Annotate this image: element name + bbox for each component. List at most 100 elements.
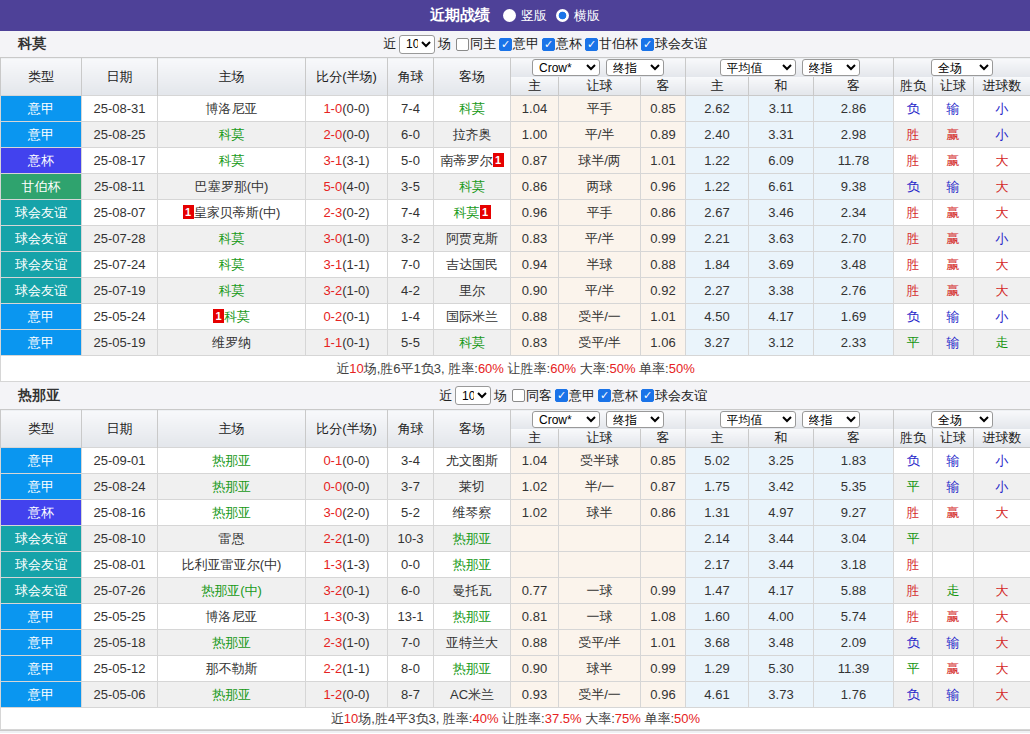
full-match-select[interactable]: 全场 — [931, 59, 993, 76]
team-text: 拉齐奥 — [453, 127, 492, 142]
crown-handicap: 球半 — [559, 656, 641, 682]
away-team: 科莫 — [434, 330, 511, 356]
team-text: 科莫 — [224, 309, 250, 324]
result-outcome: 平 — [894, 656, 933, 682]
match-count-select[interactable]: 10 — [455, 386, 491, 405]
sub-col-header: 主 — [511, 77, 559, 96]
result-goals: 小 — [974, 304, 1030, 330]
home-team: 科莫 — [158, 278, 306, 304]
radio-horizontal-icon[interactable] — [556, 9, 569, 22]
home-team: 1科莫 — [158, 304, 306, 330]
result-goals: 大 — [974, 200, 1030, 226]
crown-handicap: 半/一 — [559, 474, 641, 500]
bookmaker-select[interactable]: Crow* — [532, 59, 600, 76]
avg-away-odds: 2.33 — [814, 330, 894, 356]
match-type: 意甲 — [1, 96, 82, 122]
corners: 3-5 — [388, 174, 434, 200]
team-text: 南蒂罗尔 — [441, 153, 493, 168]
away-team: 里尔 — [434, 278, 511, 304]
crown-away-odds — [641, 526, 686, 552]
score: 1-3(1-3) — [306, 552, 388, 578]
avg-home-odds: 3.68 — [686, 630, 749, 656]
filter-games-label: 场 — [494, 387, 507, 405]
league-checkbox[interactable] — [542, 38, 555, 51]
league-checkbox[interactable] — [499, 38, 512, 51]
away-team: 科莫 — [434, 174, 511, 200]
match-row: 意甲25-05-241科莫0-2(0-1)1-4国际米兰0.88受半/一1.01… — [1, 304, 1030, 330]
col-header: 类型 — [1, 410, 82, 448]
avg-away-odds: 5.88 — [814, 578, 894, 604]
team-text: 热那亚 — [212, 687, 251, 702]
league-checkbox[interactable] — [598, 389, 611, 402]
crown-away-odds: 0.86 — [641, 200, 686, 226]
final-odds-select[interactable]: 终指 — [606, 411, 664, 428]
crown-handicap: 球半/两 — [559, 148, 641, 174]
match-date: 25-07-28 — [82, 226, 158, 252]
avg-home-odds: 1.22 — [686, 148, 749, 174]
result-outcome: 胜 — [894, 226, 933, 252]
crown-home-odds: 0.90 — [511, 278, 559, 304]
league-checkbox[interactable] — [641, 389, 654, 402]
score: 3-0(1-0) — [306, 226, 388, 252]
final-odds-select2[interactable]: 终指 — [802, 59, 860, 76]
crown-handicap — [559, 552, 641, 578]
avg-away-odds: 9.38 — [814, 174, 894, 200]
league-checkbox[interactable] — [585, 38, 598, 51]
team-text: 那不勒斯 — [206, 661, 258, 676]
team-text: 科莫 — [459, 335, 485, 350]
team-name: 热那亚 — [18, 387, 60, 405]
league-checkbox[interactable] — [555, 389, 568, 402]
page-title: 近期战绩 — [430, 6, 490, 25]
sub-col-header: 让球 — [933, 77, 974, 96]
sub-col-header: 和 — [749, 429, 814, 448]
match-row: 甘伯杯25-08-11巴塞罗那(中)5-0(4-0)3-5科莫0.86两球0.9… — [1, 174, 1030, 200]
bookmaker-select[interactable]: Crow* — [532, 411, 600, 428]
avg-draw-odds: 4.17 — [749, 578, 814, 604]
match-type: 球会友谊 — [1, 278, 82, 304]
final-odds-select[interactable]: 终指 — [606, 59, 664, 76]
match-type: 球会友谊 — [1, 226, 82, 252]
result-handicap: 输 — [933, 630, 974, 656]
average-select[interactable]: 平均值 — [720, 411, 796, 428]
score: 2-2(1-0) — [306, 526, 388, 552]
result-goals: 小 — [974, 474, 1030, 500]
crown-handicap: 受平/半 — [559, 630, 641, 656]
away-team: 尤文图斯 — [434, 448, 511, 474]
away-team: 科莫 — [434, 96, 511, 122]
team-text: 皇家贝蒂斯(中) — [194, 205, 281, 220]
score: 3-0(2-0) — [306, 500, 388, 526]
avg-home-odds: 2.21 — [686, 226, 749, 252]
team-text: 热那亚 — [453, 557, 492, 572]
result-handicap: 走 — [933, 578, 974, 604]
average-select[interactable]: 平均值 — [720, 59, 796, 76]
match-date: 25-05-25 — [82, 604, 158, 630]
home-team: 1皇家贝蒂斯(中) — [158, 200, 306, 226]
home-team: 热那亚 — [158, 682, 306, 708]
avg-away-odds: 5.74 — [814, 604, 894, 630]
score: 1-2(0-0) — [306, 682, 388, 708]
corners: 6-0 — [388, 578, 434, 604]
result-outcome: 负 — [894, 174, 933, 200]
league-checkbox[interactable] — [641, 38, 654, 51]
final-odds-select2[interactable]: 终指 — [802, 411, 860, 428]
radio-vertical-layout[interactable]: 竖版 — [503, 7, 547, 25]
result-outcome: 胜 — [894, 148, 933, 174]
same-venue-checkbox[interactable] — [456, 38, 469, 51]
team-text: 科莫 — [459, 179, 485, 194]
match-count-select[interactable]: 10 — [399, 35, 435, 54]
result-handicap: 赢 — [933, 500, 974, 526]
crown-home-odds — [511, 526, 559, 552]
avg-away-odds: 1.83 — [814, 448, 894, 474]
match-row: 意杯25-08-16热那亚3-0(2-0)5-2维琴察1.02球半0.861.3… — [1, 500, 1030, 526]
team-text: 热那亚 — [212, 635, 251, 650]
corners: 3-2 — [388, 226, 434, 252]
score: 2-3(0-2) — [306, 200, 388, 226]
match-type: 球会友谊 — [1, 578, 82, 604]
radio-vertical-icon[interactable] — [503, 9, 516, 22]
avg-home-odds: 2.67 — [686, 200, 749, 226]
result-goals: 大 — [974, 656, 1030, 682]
radio-horizontal-layout[interactable]: 横版 — [556, 7, 600, 25]
full-match-select[interactable]: 全场 — [931, 411, 993, 428]
same-venue-checkbox[interactable] — [512, 389, 525, 402]
filter-near-label: 近 — [439, 387, 452, 405]
